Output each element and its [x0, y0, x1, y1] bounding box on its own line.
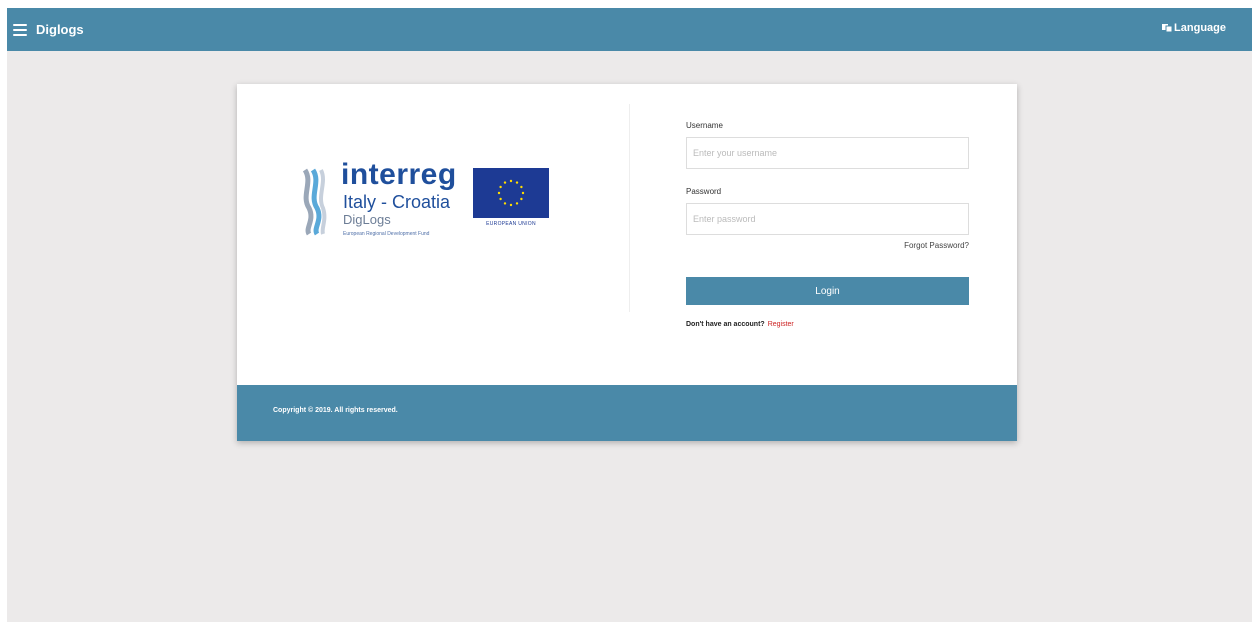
project-logo: interreg Italy - Croatia DigLogs Europea…	[301, 158, 561, 254]
logo-region-text: Italy - Croatia	[343, 192, 451, 212]
forgot-password-link[interactable]: Forgot Password?	[904, 241, 969, 250]
register-link[interactable]: Register	[768, 321, 794, 328]
language-icon	[1162, 24, 1173, 33]
logo-fund-text: European Regional Development Fund	[343, 231, 430, 237]
signup-prompt: Don't have an account? Register	[686, 321, 794, 328]
eu-flag-icon	[473, 168, 549, 218]
language-label: Language	[1174, 22, 1226, 34]
language-button[interactable]: Language	[1162, 22, 1226, 34]
password-input[interactable]	[686, 203, 969, 235]
username-label: Username	[686, 121, 723, 130]
card-footer: Copyright © 2019. All rights reserved.	[237, 385, 1017, 441]
app-frame: Diglogs Language interreg Italy - Croati…	[7, 8, 1252, 622]
card-divider	[629, 104, 630, 312]
password-label: Password	[686, 187, 722, 196]
login-card: interreg Italy - Croatia DigLogs Europea…	[237, 84, 1017, 441]
hamburger-menu-icon[interactable]	[13, 23, 27, 36]
signup-prompt-text: Don't have an account?	[686, 321, 765, 328]
app-title[interactable]: Diglogs	[36, 22, 84, 37]
login-button[interactable]: Login	[686, 277, 969, 305]
interreg-wave-icon	[302, 168, 327, 236]
eu-label-text: EUROPEAN UNION	[486, 221, 536, 227]
copyright-text: Copyright © 2019. All rights reserved.	[273, 407, 398, 414]
username-input[interactable]	[686, 137, 969, 169]
logo-project-text: DigLogs	[343, 212, 391, 227]
top-navbar: Diglogs Language	[7, 8, 1252, 51]
logo-interreg-text: interreg	[341, 158, 457, 191]
